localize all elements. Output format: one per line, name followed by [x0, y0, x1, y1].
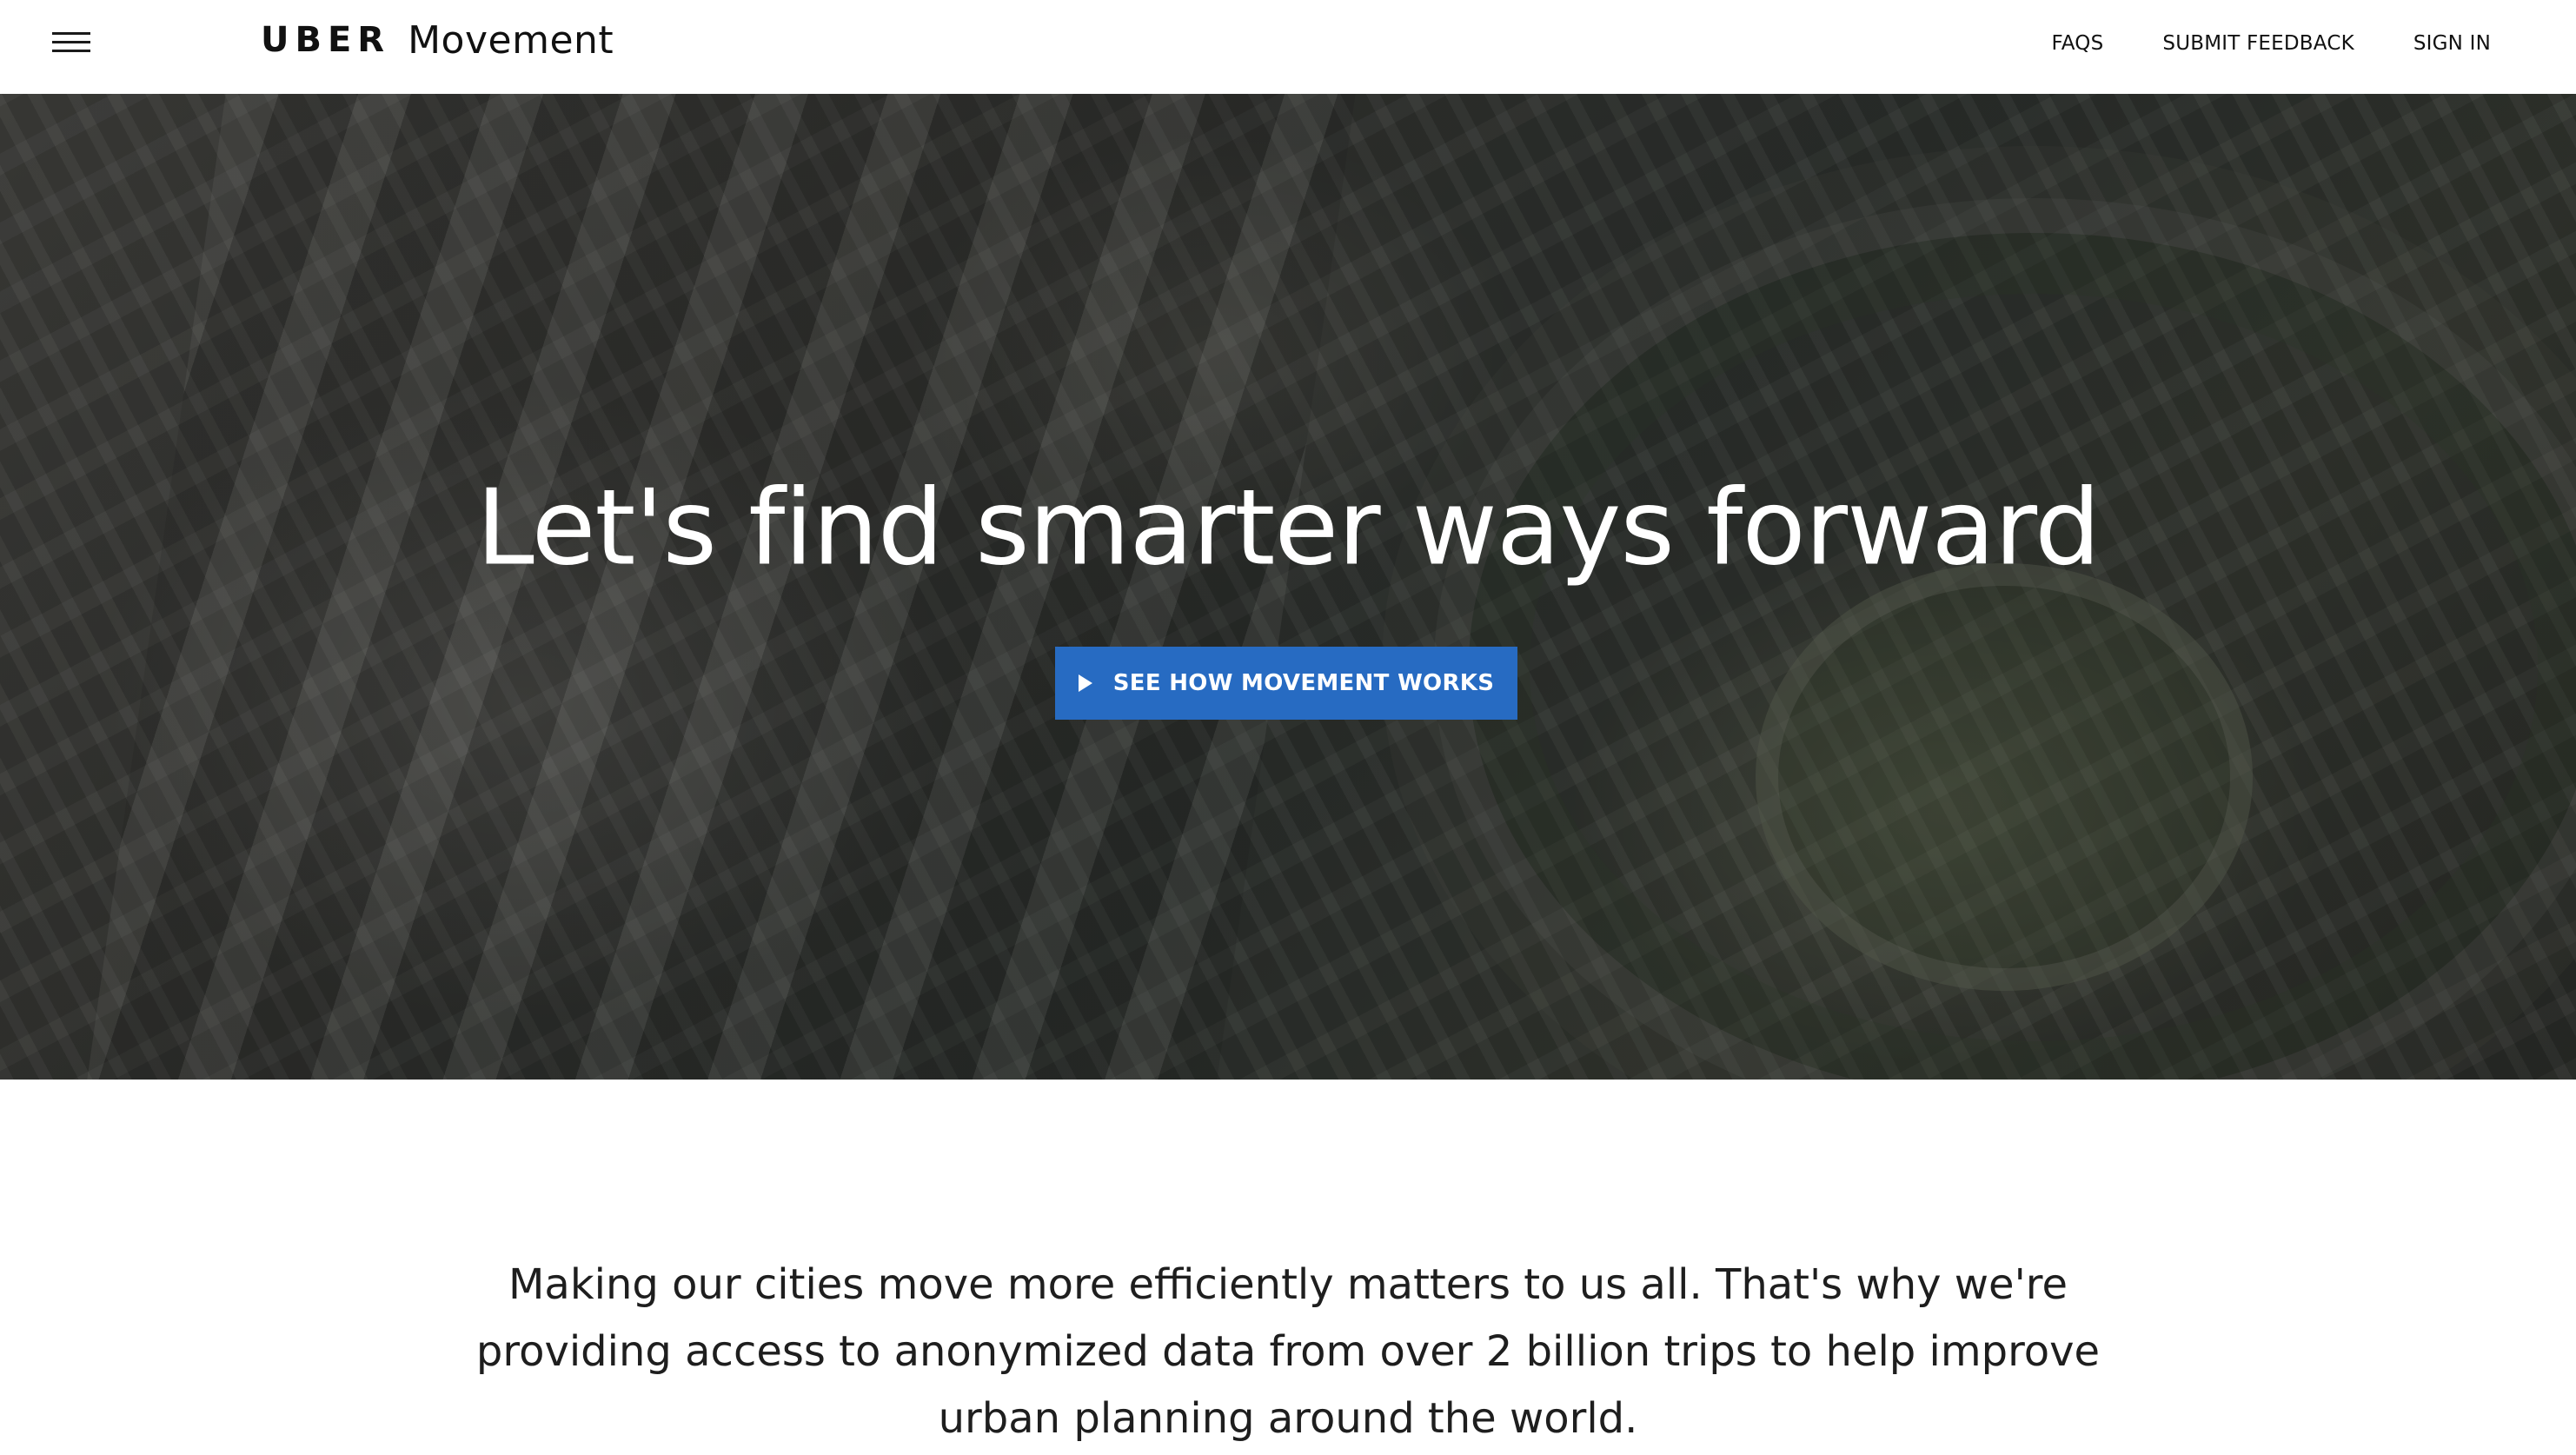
nav-link-submit-feedback[interactable]: SUBMIT FEEDBACK [2162, 32, 2354, 55]
brand-uber-wordmark: UBER [261, 20, 391, 60]
menu-line [52, 50, 90, 52]
top-navigation-bar: UBER Movement FAQS SUBMIT FEEDBACK SIGN … [0, 0, 2576, 94]
nav-link-faqs[interactable]: FAQS [2051, 32, 2103, 55]
play-icon [1078, 674, 1092, 692]
see-how-movement-works-button[interactable]: SEE HOW MOVEMENT WORKS [1055, 647, 1517, 720]
intro-paragraph: Making our cities move more efficiently … [475, 1260, 2101, 1443]
cta-label: SEE HOW MOVEMENT WORKS [1112, 670, 1495, 696]
brand-logo[interactable]: UBER Movement [261, 12, 614, 68]
hamburger-menu-icon[interactable] [50, 29, 94, 62]
hero-section: Let's find smarter ways forward SEE HOW … [0, 94, 2576, 1080]
brand-movement-wordmark: Movement [408, 17, 614, 63]
hero-title: Let's find smarter ways forward [475, 468, 2101, 589]
menu-line [52, 41, 90, 43]
nav-link-sign-in[interactable]: SIGN IN [2413, 32, 2491, 55]
main-nav: FAQS SUBMIT FEEDBACK SIGN IN [2051, 28, 2491, 59]
menu-line [52, 32, 90, 35]
